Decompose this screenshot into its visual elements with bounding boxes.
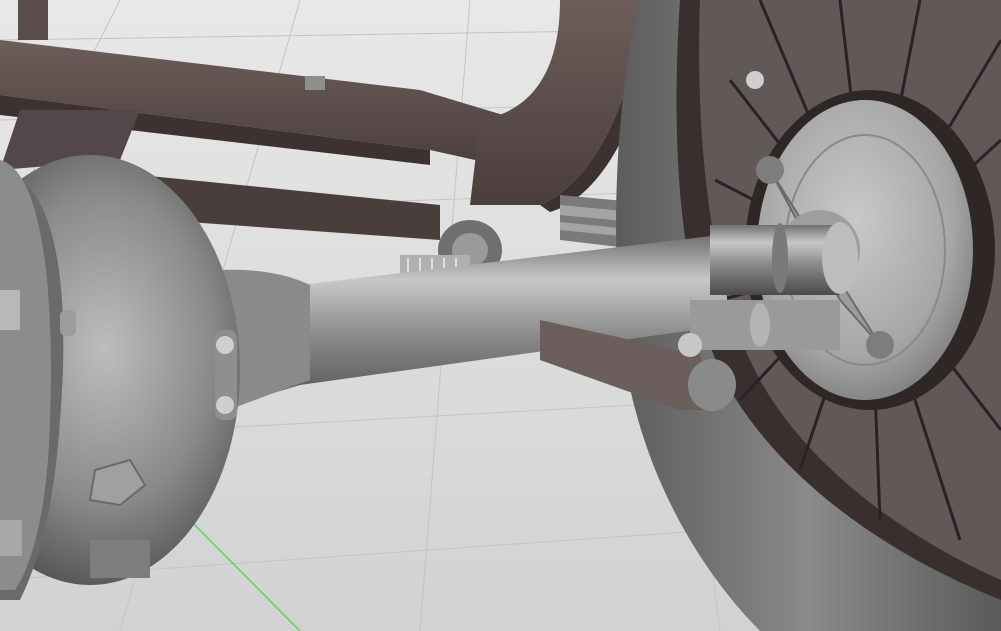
- flange-bolt: [216, 396, 234, 414]
- frame-bolt: [305, 76, 325, 90]
- brake-bolt: [866, 331, 894, 359]
- 3d-viewport[interactable]: [0, 0, 1001, 631]
- render-canvas: [0, 0, 1001, 631]
- brake-bolt: [756, 156, 784, 184]
- flange-bolt: [216, 336, 234, 354]
